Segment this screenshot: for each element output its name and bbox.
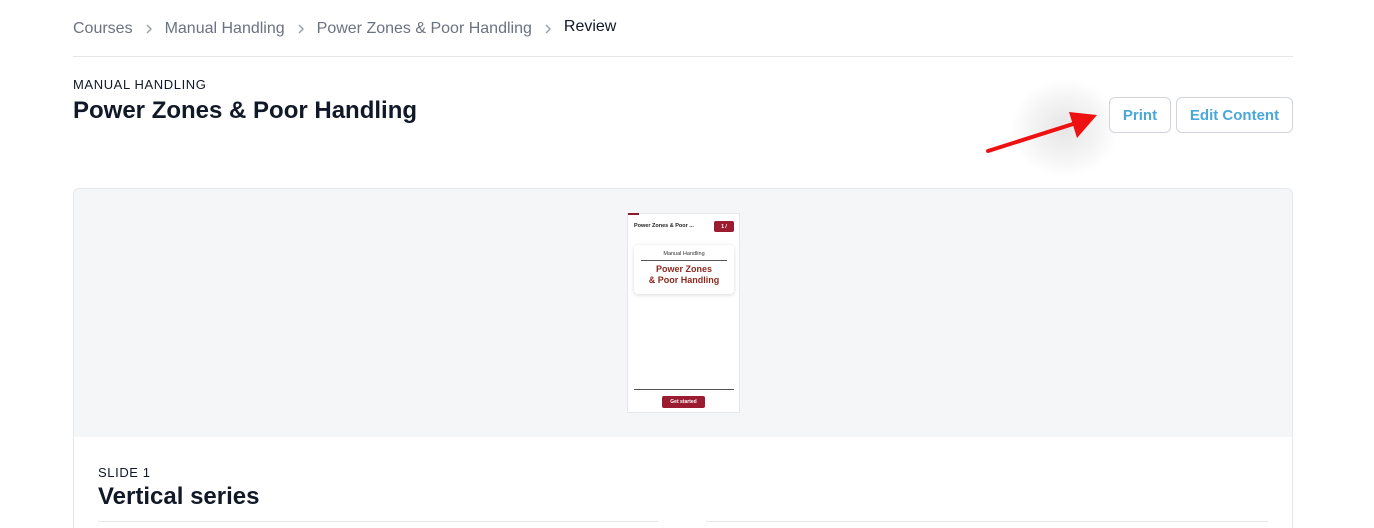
- preview-area: Power Zones & Poor ... 1 / Manual Handli…: [74, 189, 1292, 437]
- chevron-right-icon: [298, 24, 304, 34]
- phone-card-title: Power Zones & Poor Handling: [634, 264, 734, 286]
- phone-slide-counter: 1 /: [714, 221, 734, 232]
- breadcrumb-courses[interactable]: Courses: [73, 20, 133, 38]
- phone-card-divider: [641, 260, 727, 261]
- slide-number-label: SLIDE 1: [98, 465, 151, 480]
- slide-title: Vertical series: [98, 483, 260, 510]
- page-title: Power Zones & Poor Handling: [73, 97, 418, 124]
- breadcrumb-power-zones[interactable]: Power Zones & Poor Handling: [317, 20, 532, 38]
- phone-card-title-line1: Power Zones: [655, 264, 712, 274]
- phone-card-subtitle: Manual Handling: [663, 251, 705, 257]
- review-page: Courses Manual Handling Power Zones & Po…: [0, 0, 1374, 528]
- header-divider: [73, 56, 1293, 57]
- breadcrumb-manual-handling[interactable]: Manual Handling: [165, 20, 285, 38]
- chevron-right-icon: [146, 24, 152, 34]
- arrow-icon: [986, 112, 1097, 153]
- slide-divider-right: [706, 521, 1268, 522]
- edit-content-button[interactable]: Edit Content: [1176, 97, 1293, 133]
- phone-title-card: Manual Handling Power Zones & Poor Handl…: [634, 245, 734, 294]
- get-started-button[interactable]: Get started: [662, 396, 705, 408]
- slide-preview-card: Power Zones & Poor ... 1 / Manual Handli…: [73, 188, 1293, 528]
- breadcrumb: Courses Manual Handling Power Zones & Po…: [73, 17, 616, 41]
- phone-card-title-line2: & Poor Handling: [648, 275, 720, 285]
- chevron-right-icon: [545, 24, 551, 34]
- phone-header-title: Power Zones & Poor ...: [634, 223, 694, 229]
- print-button[interactable]: Print: [1109, 97, 1171, 133]
- phone-footer-divider: [634, 389, 734, 390]
- phone-progress-bar: [628, 213, 639, 215]
- phone-preview[interactable]: Power Zones & Poor ... 1 / Manual Handli…: [627, 213, 740, 413]
- slide-divider-left: [98, 521, 658, 522]
- breadcrumb-current: Review: [563, 18, 617, 35]
- course-eyebrow: MANUAL HANDLING: [73, 77, 207, 92]
